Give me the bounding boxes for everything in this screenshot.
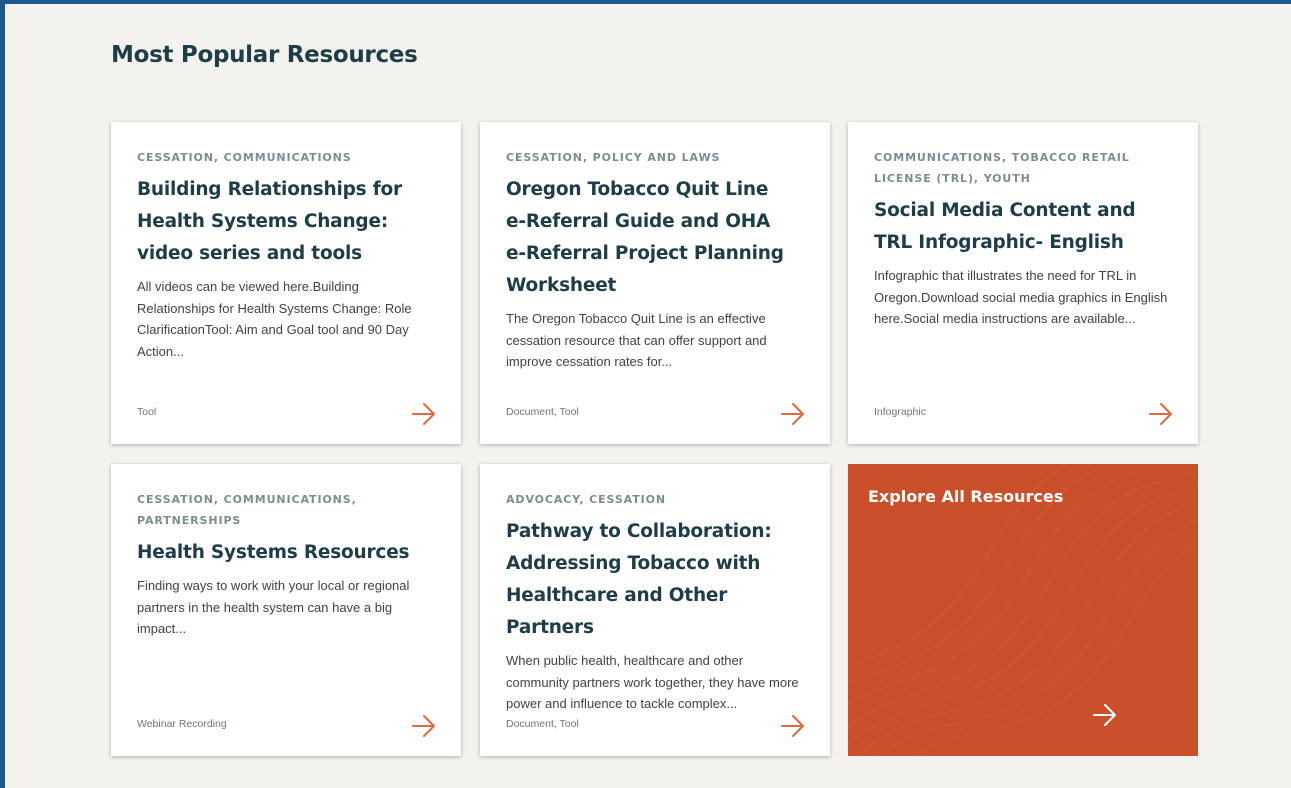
- resource-card[interactable]: ADVOCACY, CESSATION Pathway to Collabora…: [480, 464, 830, 756]
- card-title[interactable]: Health Systems Resources: [137, 537, 437, 569]
- card-type: Tool: [559, 718, 579, 730]
- card-tags: CESSATION, POLICY AND LAWS: [506, 151, 721, 164]
- arrow-right-icon[interactable]: [780, 401, 806, 427]
- card-description: Finding ways to work with your local or …: [137, 578, 410, 636]
- top-border: [0, 0, 1291, 4]
- arrow-right-icon[interactable]: [411, 401, 437, 427]
- card-description: All videos can be viewed here.Building R…: [137, 279, 412, 359]
- left-border: [0, 0, 5, 788]
- arrow-right-icon[interactable]: [1148, 401, 1174, 427]
- card-tags: CESSATION, COMMUNICATIONS: [137, 151, 352, 164]
- explore-all-resources-card[interactable]: Explore All Resources: [848, 464, 1198, 756]
- card-title[interactable]: Social Media Content and TRL Infographic…: [874, 195, 1174, 259]
- card-types: Webinar Recording: [137, 718, 227, 730]
- card-title[interactable]: Building Relationships for Health System…: [137, 174, 437, 270]
- arrow-right-icon[interactable]: [780, 713, 806, 739]
- card-type: Webinar Recording: [137, 718, 227, 730]
- arrow-right-icon[interactable]: [411, 713, 437, 739]
- card-tags: COMMUNICATIONS, TOBACCO RETAIL LICENSE (…: [874, 151, 1130, 185]
- card-types: Document, Tool: [506, 718, 579, 730]
- card-title[interactable]: Pathway to Collaboration: Addressing Tob…: [506, 516, 806, 644]
- card-types: Tool: [137, 406, 156, 418]
- resource-card[interactable]: CESSATION, COMMUNICATIONS Building Relat…: [111, 122, 461, 444]
- resource-card[interactable]: COMMUNICATIONS, TOBACCO RETAIL LICENSE (…: [848, 122, 1198, 444]
- card-tags: CESSATION, COMMUNICATIONS, PARTNERSHIPS: [137, 493, 357, 527]
- wave-pattern-background: [848, 464, 1198, 756]
- card-description: When public health, healthcare and other…: [506, 653, 799, 711]
- resource-card[interactable]: CESSATION, POLICY AND LAWS Oregon Tobacc…: [480, 122, 830, 444]
- card-description: Infographic that illustrates the need fo…: [874, 268, 1168, 326]
- card-type: Document: [506, 718, 554, 730]
- card-types: Infographic: [874, 406, 926, 418]
- card-type: Tool: [137, 406, 157, 418]
- card-type: Tool: [559, 406, 579, 418]
- card-description: The Oregon Tobacco Quit Line is an effec…: [506, 311, 767, 369]
- card-tags: ADVOCACY, CESSATION: [506, 493, 666, 506]
- card-type: Document: [506, 406, 554, 418]
- card-title[interactable]: Oregon Tobacco Quit Line e-Referral Guid…: [506, 174, 786, 302]
- resource-card[interactable]: CESSATION, COMMUNICATIONS, PARTNERSHIPS …: [111, 464, 461, 756]
- section-title: Most Popular Resources: [111, 42, 418, 68]
- card-types: Document, Tool: [506, 406, 579, 418]
- explore-all-resources-label[interactable]: Explore All Resources: [868, 487, 1063, 506]
- card-type: Infographic: [874, 406, 926, 418]
- arrow-right-icon[interactable]: [1092, 702, 1118, 728]
